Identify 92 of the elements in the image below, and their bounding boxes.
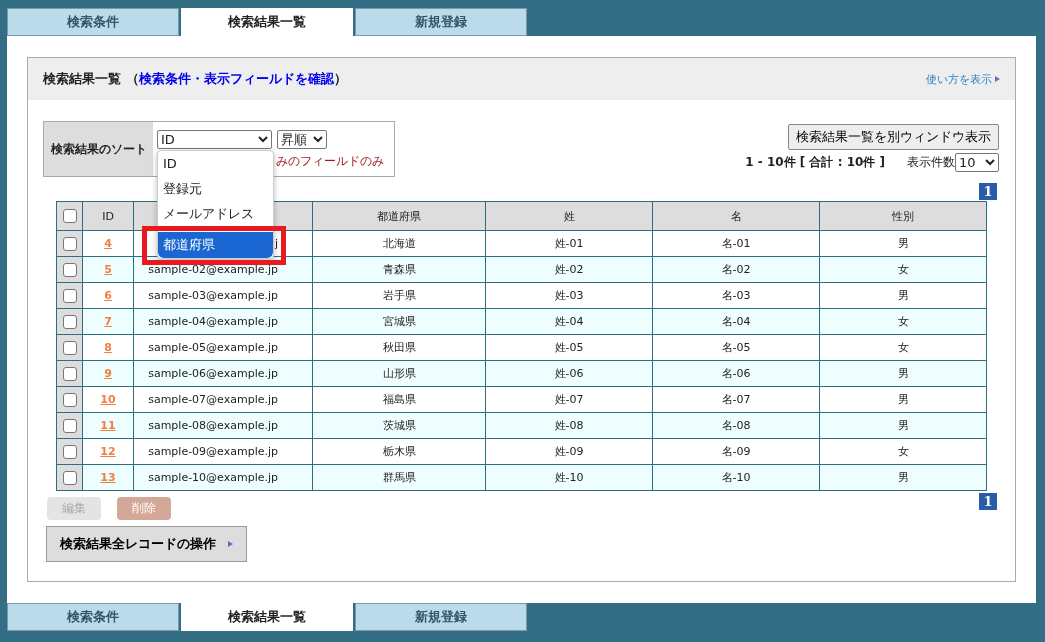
- table-cell: 名-03: [652, 282, 820, 309]
- table-cell: 男: [819, 412, 987, 439]
- tab[interactable]: 検索条件: [7, 603, 179, 631]
- row-checkbox[interactable]: [62, 288, 77, 303]
- sort-order-select[interactable]: 昇順: [277, 130, 327, 149]
- dropdown-option[interactable]: 都道府県: [158, 232, 273, 258]
- triangle-icon: [228, 541, 233, 547]
- table-cell: 名-02: [652, 256, 820, 283]
- chevron-icon: [313, 136, 323, 143]
- sort-label: 検索結果のソート: [44, 122, 153, 176]
- tab[interactable]: 検索結果一覧: [181, 8, 353, 36]
- table-cell: 栃木県: [312, 438, 486, 465]
- table-cell: 名-09: [652, 438, 820, 465]
- table-cell: sample-05@example.jp: [133, 334, 313, 361]
- table-cell: 男: [819, 464, 987, 491]
- table-cell: 姓-02: [485, 256, 653, 283]
- table-cell: 姓-08: [485, 412, 653, 439]
- table-cell: 秋田県: [312, 334, 486, 361]
- table-cell: 姓-06: [485, 360, 653, 387]
- table-cell: sample-10@example.jp: [133, 464, 313, 491]
- table-cell: 茨城県: [312, 412, 486, 439]
- panel-heading: 検索結果一覧 （検索条件・表示フィールドを確認）: [43, 70, 347, 88]
- table-cell: 名-01: [652, 230, 820, 257]
- open-window-button[interactable]: 検索結果一覧を別ウィンドウ表示: [788, 124, 999, 150]
- sort-field-select[interactable]: ID: [157, 130, 272, 149]
- result-count: 1 - 10件 [ 合計 : 10件 ]: [745, 154, 885, 171]
- table-cell: 女: [819, 256, 987, 283]
- table-cell: 姓-03: [485, 282, 653, 309]
- table-cell: 姓-07: [485, 386, 653, 413]
- table-cell: 名-06: [652, 360, 820, 387]
- table-cell: 姓-04: [485, 308, 653, 335]
- bulk-actions-button[interactable]: 検索結果全レコードの操作: [46, 526, 247, 562]
- table-cell: 男: [819, 282, 987, 309]
- table-cell: 青森県: [312, 256, 486, 283]
- tab[interactable]: 新規登録: [355, 603, 527, 631]
- row-checkbox[interactable]: [62, 262, 77, 277]
- row-checkbox[interactable]: [62, 392, 77, 407]
- per-page-label: 表示件数: [907, 154, 955, 171]
- column-header: 姓: [485, 201, 653, 231]
- table-cell: 山形県: [312, 360, 486, 387]
- dropdown-option[interactable]: ID: [158, 151, 273, 176]
- tab[interactable]: 検索結果一覧: [181, 603, 353, 631]
- table-cell: 姓-01: [485, 230, 653, 257]
- table-cell: 姓-05: [485, 334, 653, 361]
- table-cell: sample-09@example.jp: [133, 438, 313, 465]
- table-cell: 名-08: [652, 412, 820, 439]
- row-checkbox[interactable]: [62, 470, 77, 485]
- table-cell: 宮城県: [312, 308, 486, 335]
- page-number[interactable]: 1: [979, 492, 997, 510]
- row-checkbox[interactable]: [62, 444, 77, 459]
- table-cell: 姓-09: [485, 438, 653, 465]
- note-text: みのフィールドのみ: [276, 153, 384, 170]
- table-cell: sample-03@example.jp: [133, 282, 313, 309]
- row-checkbox[interactable]: [62, 314, 77, 329]
- chevron-icon: [258, 136, 268, 143]
- table-cell: 姓-10: [485, 464, 653, 491]
- table-cell: sample-04@example.jp: [133, 308, 313, 335]
- row-checkbox[interactable]: [62, 236, 77, 251]
- tab[interactable]: 検索条件: [7, 8, 179, 36]
- column-header: ID: [82, 201, 134, 231]
- row-checkbox[interactable]: [62, 340, 77, 355]
- table-cell: 群馬県: [312, 464, 486, 491]
- link[interactable]: 検索条件・表示フィールドを確認: [138, 71, 334, 86]
- table-cell: sample-06@example.jp: [133, 360, 313, 387]
- table-cell: 名-05: [652, 334, 820, 361]
- column-header: 性別: [819, 201, 987, 231]
- table-cell: 名-07: [652, 386, 820, 413]
- table-cell: 男: [819, 230, 987, 257]
- table-cell: 女: [819, 308, 987, 335]
- table-cell: 名-04: [652, 308, 820, 335]
- help-link[interactable]: 使い方を表示: [926, 71, 1000, 87]
- page-number[interactable]: 1: [979, 182, 997, 200]
- triangle-icon: [995, 76, 1000, 82]
- column-header: 都道府県: [312, 201, 486, 231]
- tab[interactable]: 新規登録: [355, 8, 527, 36]
- table-cell: sample-08@example.jp: [133, 412, 313, 439]
- table-cell: 北海道: [312, 230, 486, 257]
- table-cell: 福島県: [312, 386, 486, 413]
- table-cell: 女: [819, 334, 987, 361]
- select-all-checkbox[interactable]: [62, 209, 77, 223]
- table-cell: 岩手県: [312, 282, 486, 309]
- table-cell: 男: [819, 386, 987, 413]
- dropdown-option[interactable]: 登録元: [158, 176, 273, 201]
- column-header: 名: [652, 201, 820, 231]
- row-checkbox[interactable]: [62, 366, 77, 381]
- chevron-icon: [985, 159, 995, 166]
- per-page-select[interactable]: 10: [955, 153, 999, 172]
- table-cell: 男: [819, 360, 987, 387]
- table-cell: sample-07@example.jp: [133, 386, 313, 413]
- table-cell: 女: [819, 438, 987, 465]
- row-checkbox[interactable]: [62, 418, 77, 433]
- table-cell: 名-10: [652, 464, 820, 491]
